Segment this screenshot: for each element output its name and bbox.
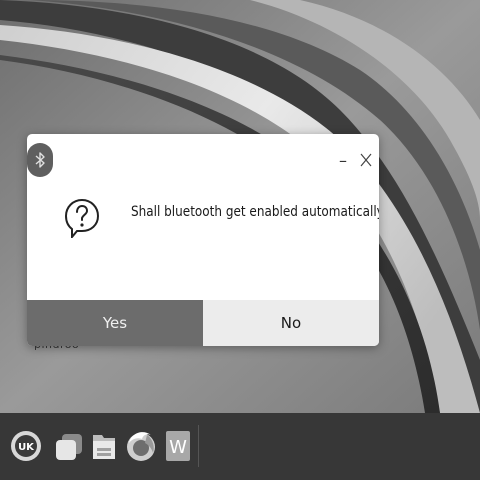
minimize-icon: – <box>339 150 347 170</box>
dialog-message: Shall bluetooth get enabled automaticall… <box>131 204 379 220</box>
bluetooth-badge <box>27 143 53 177</box>
firefox-button[interactable] <box>123 427 159 465</box>
minimize-button[interactable]: – <box>333 150 353 170</box>
bluetooth-dialog: – Shall bluetooth get enabled automatica… <box>27 134 379 346</box>
no-button[interactable]: No <box>203 300 379 346</box>
firefox-icon <box>127 432 155 461</box>
writer-icon: W <box>166 431 190 461</box>
uk-logo-text: UK <box>18 442 35 453</box>
show-desktop-button[interactable] <box>50 427 86 465</box>
taskbar-divider <box>198 425 199 467</box>
writer-button[interactable]: W <box>160 427 196 465</box>
taskbar: UK W <box>0 413 480 480</box>
close-icon <box>360 153 372 167</box>
start-menu-button[interactable]: UK <box>8 427 44 465</box>
bluetooth-icon <box>35 152 45 168</box>
close-button[interactable] <box>356 150 376 170</box>
yes-button[interactable]: Yes <box>27 300 203 346</box>
question-speech-bubble-icon <box>64 198 100 238</box>
uk-logo-icon: UK <box>11 431 41 461</box>
writer-logo-text: W <box>169 437 187 458</box>
windows-stack-icon <box>56 434 82 460</box>
file-manager-button[interactable] <box>86 427 122 465</box>
folder-icon <box>93 435 115 459</box>
